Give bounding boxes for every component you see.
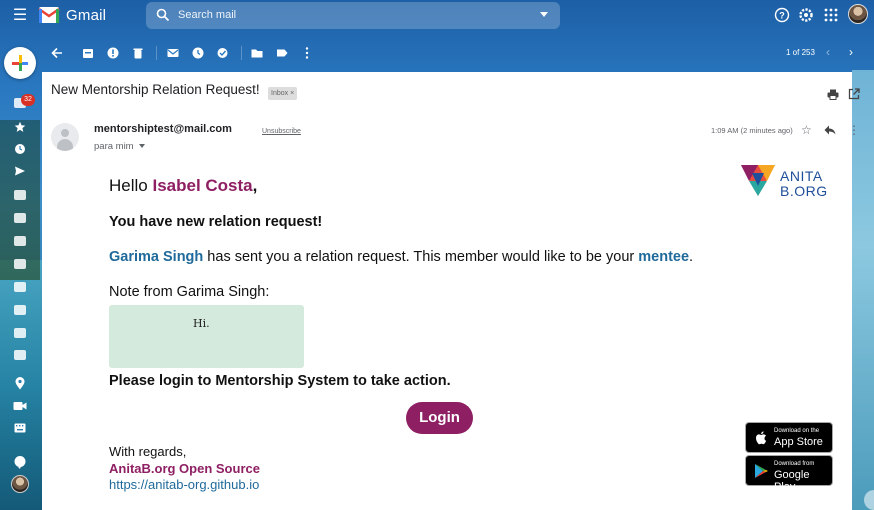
- anitab-logo: ANITA B.ORG: [740, 162, 844, 199]
- report-spam-icon[interactable]: [106, 46, 120, 60]
- message-panel: New Mentorship Relation Request! Inbox ×…: [42, 72, 860, 510]
- avatar-head-shape: [61, 129, 69, 137]
- login-button[interactable]: Login: [406, 402, 473, 434]
- call-to-action-text: Please login to Mentorship System to tak…: [109, 373, 451, 389]
- role-name: mentee: [638, 249, 690, 265]
- snoozed-clock-icon[interactable]: [14, 143, 26, 155]
- main-menu-icon[interactable]: ☰: [10, 6, 30, 26]
- message-subject: New Mentorship Relation Request!: [51, 82, 260, 97]
- drafts-icon[interactable]: [14, 190, 26, 200]
- email-body: Hello Isabel Costa, ANITA B.ORG You have…: [50, 158, 850, 510]
- label-icon[interactable]: [14, 305, 26, 315]
- message-timestamp: 1:09 AM (2 minutes ago): [711, 126, 793, 135]
- regards-text: With regards,: [109, 444, 187, 459]
- toolbar-divider: [241, 46, 242, 60]
- unsubscribe-link[interactable]: Unsubscribe: [262, 128, 301, 135]
- compose-button[interactable]: [4, 47, 36, 79]
- top-bar: ☰ Gmail Search mail ?: [0, 0, 874, 32]
- recipient-text: para mim: [94, 141, 134, 152]
- folder-icon[interactable]: [14, 213, 26, 223]
- show-details-caret-icon[interactable]: [138, 144, 145, 149]
- app-store-badge[interactable]: Download on the App Store: [745, 422, 833, 453]
- reply-icon[interactable]: [824, 125, 836, 135]
- label-icon[interactable]: [14, 328, 26, 338]
- compose-plus-icon-vertical: [18, 55, 22, 71]
- avatar-body-shape: [57, 139, 73, 151]
- contact-avatar[interactable]: [11, 475, 29, 493]
- newer-chevron-left-icon[interactable]: ‹: [826, 46, 830, 58]
- hangouts-icon[interactable]: [13, 455, 27, 469]
- keyboard-icon[interactable]: [14, 423, 26, 433]
- sender-email[interactable]: mentorshiptest@mail.com: [94, 123, 232, 135]
- older-chevron-right-icon[interactable]: ›: [849, 46, 853, 58]
- sender-header: mentorshiptest@mail.com Unsubscribe para…: [42, 116, 860, 156]
- mentor-name-link[interactable]: Garima Singh: [109, 249, 203, 265]
- label-icon[interactable]: [14, 282, 26, 292]
- google-play-caption: Download from: [774, 461, 815, 467]
- apps-grid-icon[interactable]: [823, 7, 839, 23]
- location-pin-icon[interactable]: [14, 377, 26, 390]
- star-icon[interactable]: ☆: [801, 124, 812, 136]
- anitab-wordmark: ANITA B.ORG: [780, 169, 828, 199]
- google-play-title: Google Play: [774, 469, 810, 493]
- recipient-line[interactable]: para mim: [94, 141, 145, 152]
- app-name[interactable]: Gmail: [66, 7, 106, 24]
- google-play-logo-icon: [755, 464, 768, 478]
- label-icon[interactable]: [14, 259, 26, 269]
- greeting: Hello Isabel Costa,: [109, 176, 257, 196]
- search-icon[interactable]: [156, 8, 170, 22]
- mark-unread-icon[interactable]: [166, 46, 180, 60]
- search-bar[interactable]: Search mail: [146, 2, 560, 29]
- open-in-new-window-icon[interactable]: [848, 88, 860, 100]
- greeting-comma: ,: [252, 176, 258, 195]
- apple-logo-icon: [756, 431, 767, 445]
- label-tag-icon[interactable]: [275, 46, 289, 60]
- anitab-wordmark-line2: B.ORG: [780, 183, 828, 199]
- sender-avatar[interactable]: [51, 123, 79, 151]
- move-to-folder-icon[interactable]: [250, 46, 264, 60]
- pagination-count: 1 of 253: [786, 48, 815, 57]
- label-icon[interactable]: [14, 350, 26, 360]
- starred-icon[interactable]: [14, 121, 26, 133]
- back-arrow-icon[interactable]: [50, 46, 64, 60]
- request-text: has sent you a relation request. This me…: [203, 249, 639, 265]
- anitab-wordmark-line1: ANITA: [780, 168, 823, 184]
- toolbar-divider: [156, 46, 157, 60]
- app-store-title: App Store: [774, 436, 823, 448]
- search-input[interactable]: Search mail: [178, 9, 236, 21]
- email-headline: You have new relation request!: [109, 214, 323, 230]
- greeting-text: Hello: [109, 176, 153, 195]
- label-icon[interactable]: [14, 236, 26, 246]
- anitab-triangle-logo-icon: [741, 165, 775, 196]
- svg-text:?: ?: [779, 11, 785, 21]
- recipient-name: Isabel Costa: [152, 176, 253, 195]
- inbox-label-chip[interactable]: Inbox ×: [268, 87, 298, 100]
- account-avatar[interactable]: [848, 4, 868, 24]
- note-text: Hi.: [193, 317, 210, 330]
- message-toolbar: 1 of 253 ‹ ›: [42, 38, 874, 70]
- inbox-unread-badge: 32: [21, 94, 35, 106]
- note-box: Hi.: [109, 305, 304, 368]
- google-play-badge[interactable]: Download from Google Play: [745, 455, 833, 493]
- add-to-tasks-icon[interactable]: [216, 46, 230, 60]
- website-link[interactable]: https://anitab-org.github.io: [109, 477, 259, 492]
- organization-name: AnitaB.org Open Source: [109, 461, 260, 476]
- more-options-icon[interactable]: [300, 46, 314, 60]
- gmail-logo-icon: [38, 7, 60, 23]
- settings-gear-icon[interactable]: [798, 7, 814, 23]
- note-label: Note from Garima Singh:: [109, 284, 270, 300]
- sent-icon[interactable]: [14, 165, 26, 177]
- request-sentence: Garima Singh has sent you a relation req…: [109, 249, 693, 265]
- snooze-clock-icon[interactable]: [191, 46, 205, 60]
- app-store-caption: Download on the: [774, 428, 820, 434]
- meet-video-icon[interactable]: [13, 401, 27, 411]
- search-options-icon[interactable]: [540, 12, 548, 17]
- help-icon[interactable]: ?: [774, 7, 790, 23]
- message-more-icon[interactable]: ⋮: [848, 124, 860, 136]
- request-end: .: [689, 249, 694, 265]
- delete-trash-icon[interactable]: [131, 46, 145, 60]
- print-icon[interactable]: [827, 89, 839, 100]
- archive-icon[interactable]: [81, 46, 95, 60]
